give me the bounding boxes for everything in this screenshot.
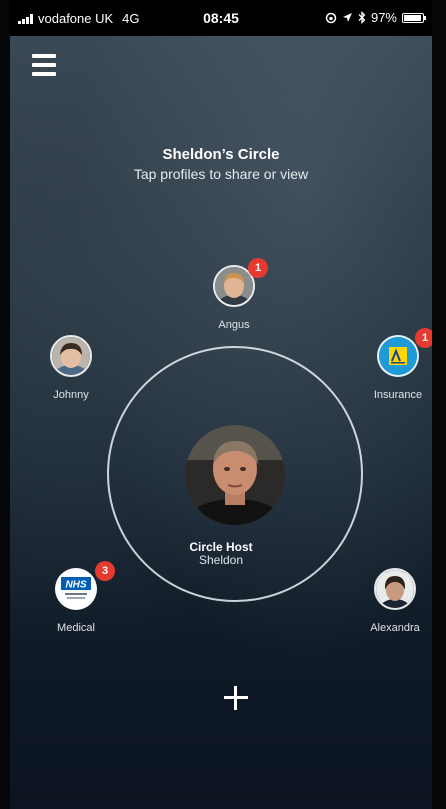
member-name: Insurance bbox=[373, 389, 423, 401]
bluetooth-icon bbox=[358, 11, 366, 24]
add-icon[interactable] bbox=[222, 684, 250, 712]
member-medical[interactable]: NHS 3 Medical bbox=[26, 561, 126, 634]
nhs-logo-text: NHS bbox=[65, 580, 86, 591]
nhs-logo: NHS bbox=[55, 568, 97, 610]
location-icon bbox=[342, 13, 352, 22]
member-johnny[interactable]: Johnny bbox=[21, 335, 121, 401]
host-role: Circle Host bbox=[189, 540, 253, 554]
battery-icon bbox=[402, 12, 426, 23]
menu-icon[interactable] bbox=[32, 54, 56, 76]
member-name: Angus bbox=[218, 319, 250, 331]
member-angus[interactable]: 1 Angus bbox=[184, 258, 284, 331]
member-name: Johnny bbox=[53, 389, 89, 401]
battery-level bbox=[404, 14, 422, 21]
aviva-logo bbox=[377, 335, 419, 377]
member-alexandra[interactable]: Alexandra bbox=[345, 568, 432, 634]
battery-percent: 97% bbox=[370, 10, 397, 25]
notification-badge: 1 bbox=[248, 258, 268, 278]
member-insurance[interactable]: 1 Insurance bbox=[348, 328, 432, 401]
rotation-lock-icon bbox=[325, 12, 337, 23]
circle-subtitle: Tap profiles to share or view bbox=[133, 166, 309, 182]
status-icons: 97% bbox=[325, 10, 426, 25]
host-avatar[interactable] bbox=[185, 425, 285, 525]
member-name: Medical bbox=[57, 622, 95, 634]
circle-title: Sheldon’s Circle bbox=[162, 146, 280, 163]
host-name: Sheldon bbox=[198, 553, 244, 567]
child-photo bbox=[50, 335, 92, 377]
notification-badge: 3 bbox=[95, 561, 115, 581]
woman-photo bbox=[374, 568, 416, 610]
notification-badge: 1 bbox=[415, 328, 432, 348]
app-screen: vodafone UK 4G 08:45 97% Sheldon’s Circl… bbox=[10, 0, 432, 809]
member-name: Alexandra bbox=[370, 622, 420, 634]
host-portrait bbox=[185, 425, 285, 525]
status-bar: vodafone UK 4G 08:45 97% bbox=[10, 0, 432, 36]
